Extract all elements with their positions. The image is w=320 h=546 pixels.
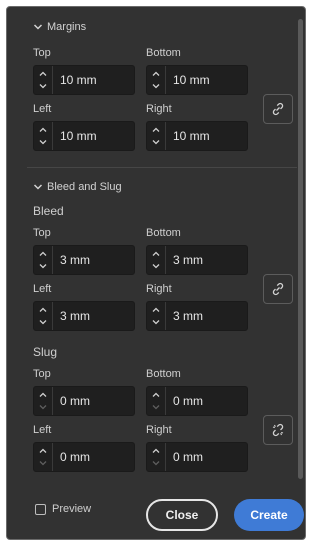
margins-left-value: 10 mm — [60, 129, 97, 143]
margins-top-value: 10 mm — [60, 73, 97, 87]
stepper[interactable] — [34, 302, 53, 330]
bleed-slug-section-toggle[interactable]: Bleed and Slug — [33, 181, 122, 193]
bleed-label: Bleed — [33, 204, 64, 218]
slug-left-label: Left — [33, 424, 52, 436]
bleed-top-value: 3 mm — [60, 253, 90, 267]
margins-left-label: Left — [33, 103, 52, 115]
chevron-down-icon[interactable] — [151, 317, 161, 327]
stepper[interactable] — [34, 66, 53, 94]
slug-bottom-label: Bottom — [146, 368, 181, 380]
chevron-up-icon[interactable] — [151, 390, 161, 400]
chevron-down-icon[interactable] — [151, 402, 161, 412]
section-divider — [27, 167, 297, 168]
chevron-down-icon — [33, 184, 43, 190]
slug-right-value: 0 mm — [173, 450, 203, 464]
close-button[interactable]: Close — [146, 499, 218, 531]
chevron-down-icon[interactable] — [38, 261, 48, 271]
bleed-top-field[interactable]: 3 mm — [33, 245, 135, 275]
chevron-up-icon[interactable] — [38, 69, 48, 79]
margins-section-toggle[interactable]: Margins — [33, 21, 86, 33]
chevron-up-icon[interactable] — [151, 69, 161, 79]
slug-link-button[interactable] — [263, 415, 293, 445]
chevron-up-icon[interactable] — [38, 125, 48, 135]
document-setup-panel: Margins Top Bottom 10 mm 10 mm Left Righ… — [6, 6, 306, 540]
slug-bottom-value: 0 mm — [173, 394, 203, 408]
bleed-slug-header: Bleed and Slug — [47, 181, 122, 193]
slug-top-value: 0 mm — [60, 394, 90, 408]
stepper[interactable] — [147, 443, 166, 471]
slug-top-field[interactable]: 0 mm — [33, 386, 135, 416]
chevron-down-icon[interactable] — [38, 402, 48, 412]
chevron-up-icon[interactable] — [151, 249, 161, 259]
bleed-bottom-label: Bottom — [146, 227, 181, 239]
margins-right-label: Right — [146, 103, 172, 115]
scrollbar[interactable] — [298, 7, 304, 539]
slug-top-label: Top — [33, 368, 51, 380]
margins-header: Margins — [47, 21, 87, 33]
margins-bottom-value: 10 mm — [173, 73, 210, 87]
chevron-down-icon — [33, 24, 43, 30]
bleed-left-field[interactable]: 3 mm — [33, 301, 135, 331]
preview-checkbox[interactable]: Preview — [35, 503, 91, 515]
scrollbar-thumb[interactable] — [298, 19, 303, 479]
margins-right-value: 10 mm — [173, 129, 210, 143]
create-button[interactable]: Create — [234, 499, 304, 531]
slug-left-value: 0 mm — [60, 450, 90, 464]
chevron-down-icon[interactable] — [151, 261, 161, 271]
chevron-down-icon[interactable] — [38, 317, 48, 327]
chevron-up-icon[interactable] — [38, 390, 48, 400]
stepper[interactable] — [147, 66, 166, 94]
broken-chain-link-icon — [272, 423, 284, 437]
chevron-down-icon[interactable] — [151, 137, 161, 147]
chevron-down-icon[interactable] — [38, 458, 48, 468]
bleed-right-value: 3 mm — [173, 309, 203, 323]
chevron-down-icon[interactable] — [38, 81, 48, 91]
slug-right-label: Right — [146, 424, 172, 436]
chevron-up-icon[interactable] — [151, 446, 161, 456]
stepper[interactable] — [34, 443, 53, 471]
bleed-bottom-value: 3 mm — [173, 253, 203, 267]
bleed-bottom-field[interactable]: 3 mm — [146, 245, 248, 275]
stepper[interactable] — [147, 387, 166, 415]
bleed-right-label: Right — [146, 283, 172, 295]
chevron-down-icon[interactable] — [38, 137, 48, 147]
slug-bottom-field[interactable]: 0 mm — [146, 386, 248, 416]
stepper[interactable] — [34, 246, 53, 274]
stepper[interactable] — [147, 302, 166, 330]
bleed-top-label: Top — [33, 227, 51, 239]
chevron-up-icon[interactable] — [151, 125, 161, 135]
slug-left-field[interactable]: 0 mm — [33, 442, 135, 472]
bleed-left-label: Left — [33, 283, 52, 295]
margins-link-button[interactable] — [263, 94, 293, 124]
margins-bottom-field[interactable]: 10 mm — [146, 65, 248, 95]
chevron-up-icon[interactable] — [38, 249, 48, 259]
stepper[interactable] — [147, 122, 166, 150]
bleed-link-button[interactable] — [263, 274, 293, 304]
preview-label: Preview — [52, 503, 92, 515]
margins-left-field[interactable]: 10 mm — [33, 121, 135, 151]
chevron-down-icon[interactable] — [151, 458, 161, 468]
margins-top-label: Top — [33, 47, 51, 59]
checkbox-box[interactable] — [35, 503, 46, 515]
chain-link-icon — [272, 282, 284, 296]
bleed-left-value: 3 mm — [60, 309, 90, 323]
stepper[interactable] — [147, 246, 166, 274]
chevron-up-icon[interactable] — [38, 446, 48, 456]
chevron-up-icon[interactable] — [151, 305, 161, 315]
slug-right-field[interactable]: 0 mm — [146, 442, 248, 472]
chain-link-icon — [272, 102, 284, 116]
margins-bottom-label: Bottom — [146, 47, 181, 59]
margins-top-field[interactable]: 10 mm — [33, 65, 135, 95]
margins-right-field[interactable]: 10 mm — [146, 121, 248, 151]
slug-label: Slug — [33, 345, 58, 359]
stepper[interactable] — [34, 122, 53, 150]
stepper[interactable] — [34, 387, 53, 415]
bleed-right-field[interactable]: 3 mm — [146, 301, 248, 331]
chevron-up-icon[interactable] — [38, 305, 48, 315]
chevron-down-icon[interactable] — [151, 81, 161, 91]
